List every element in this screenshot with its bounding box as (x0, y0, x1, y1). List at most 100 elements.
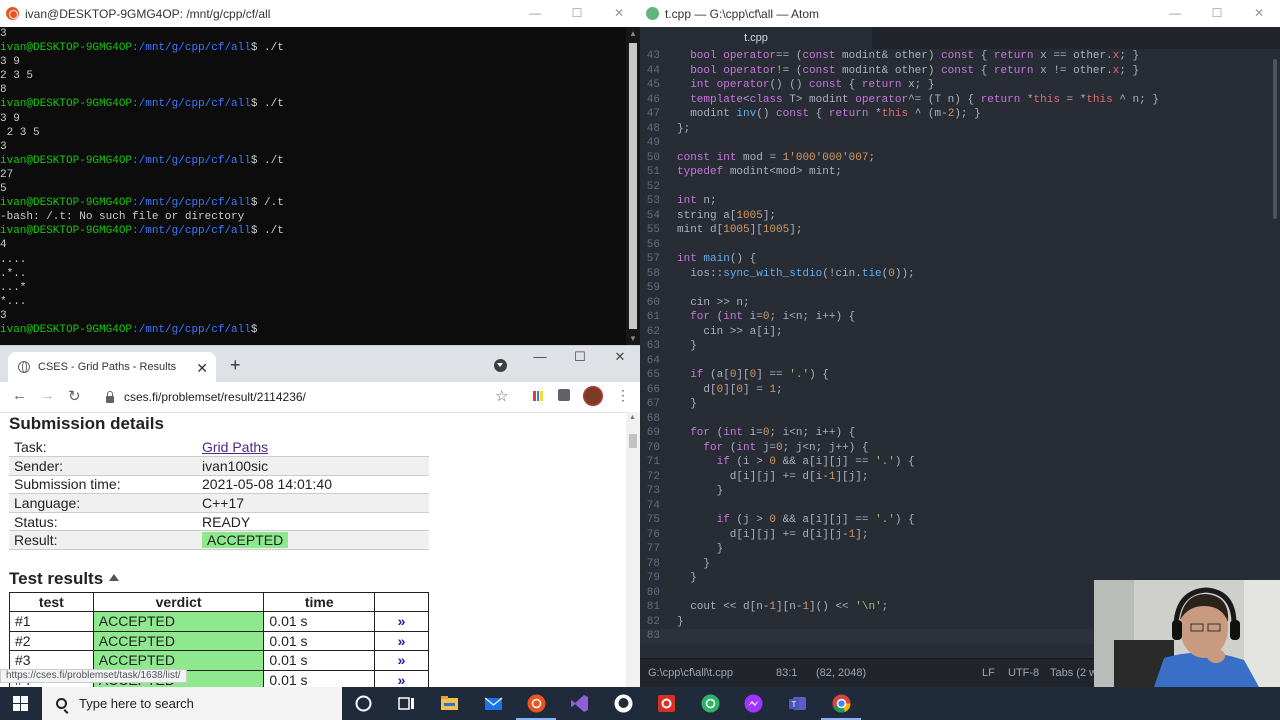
code-line[interactable]: 44 bool operator!= (const modint& other)… (640, 64, 1280, 79)
minimize-icon[interactable]: — (1154, 0, 1196, 27)
scrollbar-thumb[interactable] (629, 43, 637, 329)
scroll-up-icon[interactable]: ▲ (629, 414, 636, 421)
code-line[interactable]: 65 if (a[0][0] == '.') { (640, 368, 1280, 383)
code-line[interactable]: 70 for (int j=0; j<n; j++) { (640, 441, 1280, 456)
address-bar[interactable]: cses.fi/problemset/result/2114236/ (96, 384, 516, 410)
code-line[interactable]: 69 for (int i=0; i<n; i++) { (640, 426, 1280, 441)
code-line[interactable]: 62 cin >> a[i]; (640, 325, 1280, 340)
scrollbar-thumb[interactable] (629, 434, 637, 448)
taskbar-search[interactable]: Type here to search (42, 687, 342, 720)
terminal-scrollbar[interactable]: ▲ ▼ (626, 27, 640, 345)
menu-dots-icon[interactable]: ⋮ (616, 387, 630, 404)
terminal-window[interactable]: ivan@DESKTOP-9GMG4OP: /mnt/g/cpp/cf/all … (0, 0, 640, 345)
profile-avatar[interactable] (583, 386, 603, 406)
minimize-icon[interactable]: — (520, 346, 560, 368)
code-line[interactable]: 47 modint inv() const { return *this ^ (… (640, 107, 1280, 122)
close-icon[interactable]: ✕ (598, 0, 640, 27)
code-line[interactable]: 58 ios::sync_with_stdio(!cin.tie(0)); (640, 267, 1280, 282)
code-line[interactable]: 68 (640, 412, 1280, 427)
bookmark-star-icon[interactable]: ☆ (495, 387, 508, 405)
test-results-heading[interactable]: Test results (9, 569, 120, 589)
code-line[interactable]: 73 } (640, 484, 1280, 499)
mail-icon[interactable] (483, 693, 504, 714)
code-line[interactable]: 74 (640, 499, 1280, 514)
browser-tab-cses[interactable]: CSES - Grid Paths - Results ✕ (8, 352, 216, 382)
extensions-puzzle-icon[interactable] (558, 389, 570, 401)
scroll-up-icon[interactable]: ▲ (629, 29, 637, 38)
code-line[interactable]: 54 string a[1005]; (640, 209, 1280, 224)
code-line[interactable]: 67 } (640, 397, 1280, 412)
code-line[interactable]: 76 d[i][j] += d[i][j-1]; (640, 528, 1280, 543)
code-line[interactable]: 72 d[i][j] += d[i-1][j]; (640, 470, 1280, 485)
reload-icon[interactable]: ↻ (68, 387, 81, 405)
maximize-icon[interactable]: ☐ (1196, 0, 1238, 27)
atom-titlebar[interactable]: t.cpp — G:\cpp\cf\all — Atom — ☐ ✕ (640, 0, 1280, 27)
code-line[interactable]: 48}; (640, 122, 1280, 137)
windows-start-icon[interactable] (13, 696, 28, 711)
code-line[interactable]: 71 if (i > 0 && a[i][j] == '.') { (640, 455, 1280, 470)
ubuntu-app-icon[interactable] (526, 693, 547, 714)
code-line[interactable]: 60 cin >> n; (640, 296, 1280, 311)
green-app-icon[interactable] (700, 693, 721, 714)
tab-close-icon[interactable]: ✕ (196, 360, 208, 377)
code-line[interactable]: 61 for (int i=0; i<n; i++) { (640, 310, 1280, 325)
view-test-icon[interactable]: » (374, 611, 429, 632)
back-arrow-icon[interactable]: ← (12, 387, 27, 404)
code-line[interactable]: 50 const int mod = 1'000'000'007; (640, 151, 1280, 166)
task-view-icon[interactable] (396, 693, 417, 714)
settings-gear-icon[interactable] (656, 693, 677, 714)
code-editor[interactable]: 43 bool operator== (const modint& other)… (640, 49, 1280, 658)
forward-arrow-icon[interactable]: → (40, 387, 55, 404)
close-icon[interactable]: ✕ (600, 346, 640, 368)
code-line[interactable]: 53 int n; (640, 194, 1280, 209)
code-line[interactable]: 64 (640, 354, 1280, 369)
tab-search-icon[interactable] (494, 359, 507, 372)
code-line[interactable]: 63 } (640, 339, 1280, 354)
code-line[interactable]: 45 int operator() () const { return x; } (640, 78, 1280, 93)
code-line[interactable]: 66 d[0][0] = 1; (640, 383, 1280, 398)
scroll-down-icon[interactable]: ▼ (629, 334, 637, 343)
github-icon[interactable] (613, 693, 634, 714)
collapse-caret-icon[interactable] (109, 574, 120, 581)
code-line[interactable]: 59 (640, 281, 1280, 296)
cortana-icon[interactable] (353, 693, 374, 714)
status-selection[interactable]: (82, 2048) (816, 667, 866, 679)
new-tab-icon[interactable]: + (230, 355, 241, 376)
visual-studio-icon[interactable] (569, 693, 590, 714)
task-link[interactable]: Grid Paths (202, 439, 268, 455)
extension-icon[interactable] (533, 391, 544, 401)
code-line[interactable]: 77 } (640, 542, 1280, 557)
code-line[interactable]: 55 mint d[1005][1005]; (640, 223, 1280, 238)
view-test-icon[interactable]: » (374, 669, 429, 688)
minimize-icon[interactable]: — (514, 0, 556, 27)
code-line[interactable]: 52 (640, 180, 1280, 195)
chrome-icon[interactable] (831, 693, 852, 714)
code-line[interactable]: 51 typedef modint<mod> mint; (640, 165, 1280, 180)
address-bar-url[interactable]: cses.fi/problemset/result/2114236/ (124, 390, 306, 404)
status-tab-length[interactable]: Tabs (2 w (1050, 667, 1097, 679)
editor-scrollbar[interactable] (1270, 49, 1280, 658)
terminal-output[interactable]: 3 ivan@DESKTOP-9GMG4OP:/mnt/g/cpp/cf/all$… (0, 27, 626, 345)
browser-window[interactable]: CSES - Grid Paths - Results ✕ + — ☐ ✕ ← … (0, 345, 640, 688)
code-line[interactable]: 46 template<class T> modint operator^= (… (640, 93, 1280, 108)
close-icon[interactable]: ✕ (1238, 0, 1280, 27)
code-line[interactable]: 75 if (j > 0 && a[i][j] == '.') { (640, 513, 1280, 528)
file-explorer-icon[interactable] (439, 693, 460, 714)
code-line[interactable]: 49 (640, 136, 1280, 151)
maximize-icon[interactable]: ☐ (556, 0, 598, 27)
code-line[interactable]: 78 } (640, 557, 1280, 572)
status-file-path[interactable]: G:\cpp\cf\all\t.cpp (648, 667, 733, 679)
code-line[interactable]: 56 (640, 238, 1280, 253)
terminal-titlebar[interactable]: ivan@DESKTOP-9GMG4OP: /mnt/g/cpp/cf/all … (0, 0, 640, 27)
view-test-icon[interactable]: » (374, 650, 429, 671)
page-scrollbar[interactable]: ▲ (626, 412, 640, 688)
status-encoding[interactable]: UTF-8 (1008, 667, 1039, 679)
status-cursor-position[interactable]: 83:1 (776, 667, 797, 679)
tab-t-cpp[interactable]: t.cpp (640, 27, 872, 49)
scrollbar-thumb[interactable] (1273, 59, 1277, 219)
status-line-ending[interactable]: LF (982, 667, 995, 679)
code-line[interactable]: 57 int main() { (640, 252, 1280, 267)
view-test-icon[interactable]: » (374, 630, 429, 652)
messenger-icon[interactable] (743, 693, 764, 714)
teams-icon[interactable]: T (787, 693, 808, 714)
